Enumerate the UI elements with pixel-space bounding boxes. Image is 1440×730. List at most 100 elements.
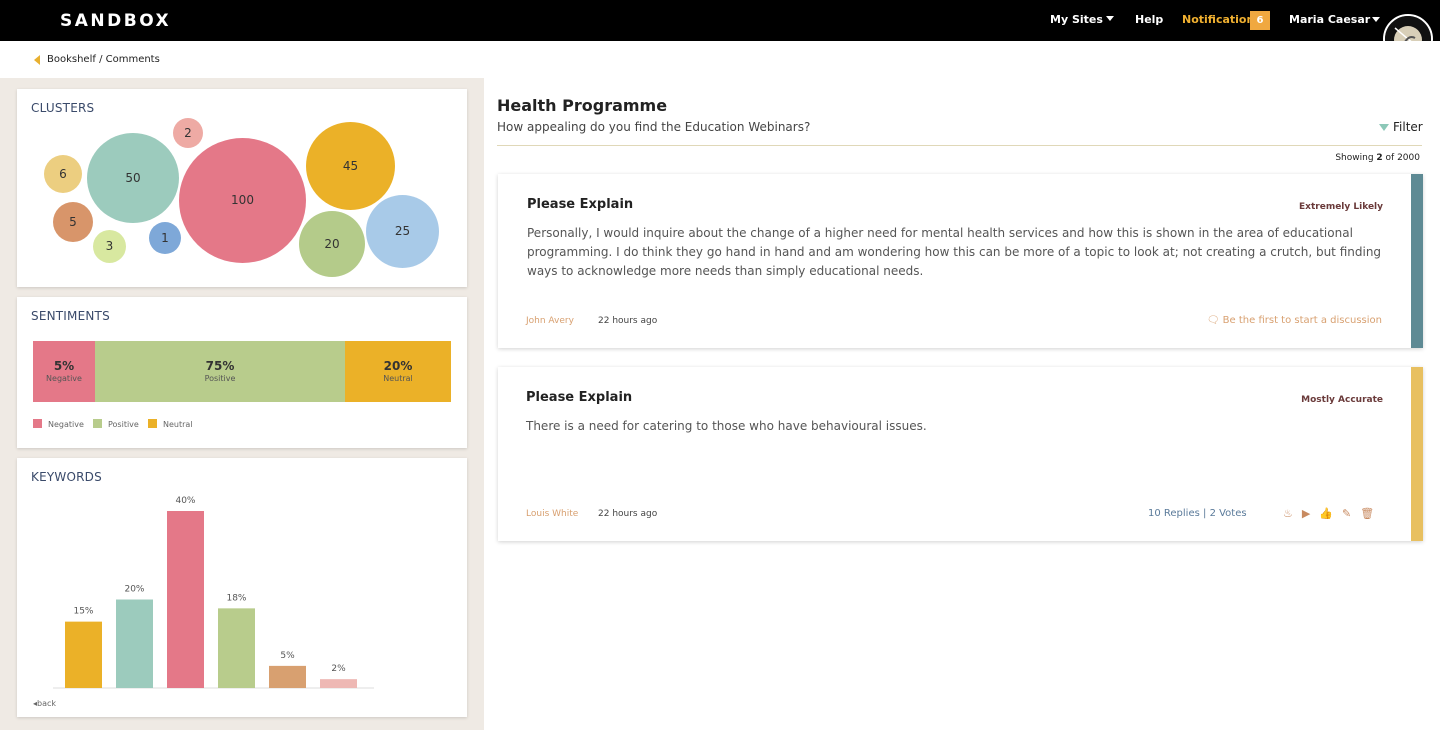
cluster-value: 45	[342, 159, 359, 173]
keyword-bar-label: 20%	[124, 585, 144, 595]
comment-card[interactable]: Please Explain Mostly Accurate There is …	[498, 367, 1423, 541]
keywords-card: KEYWORDS 15% 20% 40% 18% 5% 2% ◂back	[17, 458, 467, 717]
keyword-bar-label: 15%	[73, 607, 93, 617]
cluster-value: 5	[69, 215, 77, 229]
top-navbar: SANDBOX My Sites Help Notification 6 Mar…	[0, 0, 1440, 64]
sentiment-percent: 5%	[53, 359, 75, 373]
legend-swatch	[148, 419, 157, 428]
keyword-bar[interactable]	[269, 665, 306, 688]
sentiment-label: Negative	[46, 374, 82, 383]
cluster-bubble[interactable]: 5	[53, 202, 93, 242]
keyword-bar[interactable]	[167, 511, 204, 688]
help-link[interactable]: Help	[1135, 13, 1163, 26]
back-link[interactable]: ◂back	[33, 699, 56, 708]
sentiments-card: SENTIMENTS 5% Negative 75% Positive 20% …	[17, 297, 467, 448]
comment-rating-tag: Mostly Accurate	[1301, 395, 1383, 405]
legend-label: Neutral	[163, 420, 193, 429]
replies-votes[interactable]: 10 Replies | 2 Votes	[1148, 508, 1247, 519]
comment-rating-tag: Extremely Likely	[1299, 202, 1383, 212]
sentiment-stacked-bar: 5% Negative 75% Positive 20% Neutral	[33, 341, 451, 402]
keyword-bar[interactable]	[320, 679, 357, 688]
cluster-bubble[interactable]: 3	[93, 230, 126, 263]
comment-card[interactable]: Please Explain Extremely Likely Personal…	[498, 174, 1423, 348]
keyword-bar-label: 18%	[226, 593, 246, 603]
sentiment-label: Positive	[204, 374, 236, 383]
cluster-value: 3	[105, 239, 114, 253]
cluster-value: 25	[394, 224, 411, 238]
keyword-bar-label: 40%	[175, 496, 195, 506]
comment-body: Personally, I would inquire about the ch…	[527, 226, 1382, 278]
page-title: Health Programme	[497, 96, 668, 115]
notification-count-badge[interactable]: 6	[1250, 11, 1270, 30]
keywords-bar-chart: 15% 20% 40% 18% 5% 2%	[53, 496, 374, 689]
chat-bubbles-icon: 🗨	[1206, 315, 1220, 326]
my-sites-menu[interactable]: My Sites	[1050, 13, 1114, 26]
brand-logo[interactable]: SANDBOX	[60, 11, 171, 31]
trash-icon[interactable]: 🗑	[1360, 507, 1374, 520]
sentiment-segment-positive[interactable]: 75% Positive	[95, 341, 345, 402]
bell-icon[interactable]: ♨	[1283, 507, 1293, 520]
keyword-bar-label: 5%	[280, 651, 295, 661]
sentiment-percent: 75%	[205, 359, 235, 373]
cluster-value: 6	[59, 167, 67, 181]
keyword-bar[interactable]	[218, 608, 255, 688]
divider	[497, 145, 1422, 146]
keyword-bar[interactable]	[65, 621, 102, 688]
legend-item-negative: Negative	[33, 419, 84, 429]
keyword-bar-label: 2%	[331, 664, 346, 674]
cluster-bubble[interactable]: 50	[87, 133, 179, 223]
sentiment-segment-neutral[interactable]: 20% Neutral	[345, 341, 451, 402]
legend-label: Negative	[48, 420, 84, 429]
back-label: back	[37, 699, 57, 708]
filter-label: Filter	[1393, 120, 1423, 134]
comment-time: 22 hours ago	[598, 316, 658, 326]
cluster-bubble[interactable]: 20	[299, 211, 365, 277]
legend-swatch	[93, 419, 102, 428]
votes-count: | 2 Votes	[1203, 508, 1247, 519]
result-count: Showing 2 of 2000	[1335, 153, 1420, 163]
cluster-bubble[interactable]: 6	[44, 155, 82, 193]
comment-body: There is a need for catering to those wh…	[526, 419, 927, 433]
comment-author[interactable]: John Avery	[526, 316, 574, 326]
cluster-value: 50	[125, 171, 141, 185]
notification-link[interactable]: Notification	[1182, 13, 1254, 26]
filter-button[interactable]: Filter	[1379, 120, 1423, 134]
my-sites-label: My Sites	[1050, 13, 1103, 26]
legend-swatch	[33, 419, 42, 428]
user-menu-chevron-icon[interactable]	[1372, 17, 1380, 22]
cluster-value: 20	[324, 237, 340, 251]
breadcrumb[interactable]: Bookshelf / Comments	[47, 54, 160, 65]
cluster-bubble[interactable]: 100	[179, 138, 306, 263]
thumbs-up-icon[interactable]: 👍	[1319, 507, 1333, 520]
comment-author[interactable]: Louis White	[526, 509, 578, 519]
cluster-value: 1	[161, 231, 169, 245]
legend-item-positive: Positive	[93, 419, 139, 429]
replies-link[interactable]: 10 Replies	[1148, 508, 1200, 519]
sentiment-percent: 20%	[383, 359, 413, 373]
cluster-bubble[interactable]: 1	[149, 222, 181, 254]
comment-title: Please Explain	[527, 197, 634, 212]
comment-status-stripe	[1411, 174, 1423, 348]
showing-suffix: of 2000	[1385, 153, 1420, 163]
user-name[interactable]: Maria Caesar	[1289, 13, 1370, 26]
breadcrumb-bar: Bookshelf / Comments	[0, 41, 1440, 78]
keyword-bar[interactable]	[116, 599, 153, 689]
edit-icon[interactable]: ✎	[1342, 507, 1351, 520]
sentiments-title: SENTIMENTS	[31, 309, 110, 323]
cluster-bubble[interactable]: 45	[306, 122, 395, 210]
cluster-bubble[interactable]: 25	[366, 195, 439, 268]
back-arrow-icon[interactable]	[34, 55, 40, 65]
sentiment-segment-negative[interactable]: 5% Negative	[33, 341, 95, 402]
question-subtitle: How appealing do you find the Education …	[497, 120, 811, 134]
cluster-bubble[interactable]: 2	[173, 118, 203, 148]
clusters-card: CLUSTERS 6 50 2 100 45 5 1 3 20 25	[17, 89, 467, 287]
start-discussion-link[interactable]: 🗨 Be the first to start a discussion	[1207, 315, 1382, 326]
clusters-title: CLUSTERS	[31, 101, 95, 115]
play-icon[interactable]: ▶	[1302, 507, 1310, 520]
filter-icon	[1379, 124, 1389, 131]
comment-time: 22 hours ago	[598, 509, 658, 519]
cluster-value: 2	[184, 126, 192, 140]
sentiment-label: Neutral	[383, 374, 413, 383]
comment-title: Please Explain	[526, 390, 633, 405]
showing-count: 2	[1376, 153, 1383, 163]
